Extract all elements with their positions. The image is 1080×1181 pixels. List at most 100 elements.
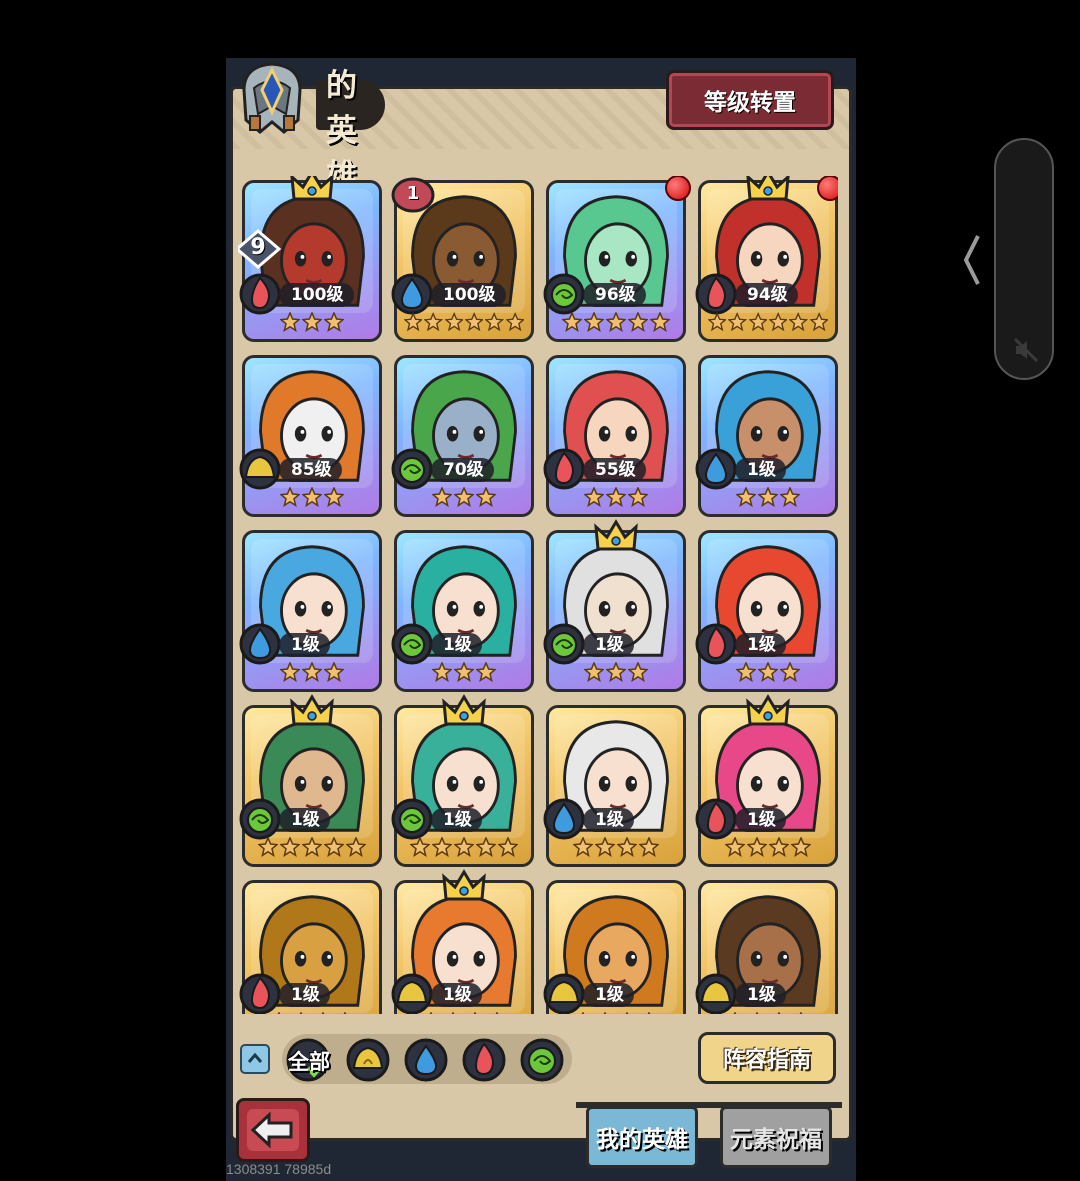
star-icon <box>454 487 474 507</box>
collapse-button[interactable] <box>240 1044 270 1074</box>
star-rating <box>251 659 373 685</box>
star-icon <box>324 662 344 682</box>
star-icon <box>769 837 789 857</box>
tab-my-heroes[interactable]: 我的英雄 <box>586 1106 698 1168</box>
star-icon <box>343 1012 347 1014</box>
star-rating <box>707 659 829 685</box>
star-icon <box>280 662 300 682</box>
helmet-icon <box>236 60 308 136</box>
star-icon <box>280 312 300 332</box>
hero-level: 70级 <box>431 458 494 482</box>
star-icon <box>465 312 484 332</box>
hero-card[interactable]: 85级 <box>239 355 382 517</box>
star-icon <box>647 1012 651 1014</box>
filter-fire-icon[interactable] <box>462 1038 506 1082</box>
star-rating <box>403 309 525 335</box>
lineup-guide-button[interactable]: 阵容指南 <box>698 1032 836 1084</box>
hero-grid[interactable]: 9 100级 1 100级 96级 94级 85级 70级 55级 1级 1级 1级 1级 1级 1级 1级 1… <box>238 176 838 1014</box>
star-icon <box>280 487 300 507</box>
star-icon <box>708 312 727 332</box>
hero-card[interactable]: 1级 <box>391 869 534 1014</box>
hero-level: 1级 <box>279 808 330 832</box>
hero-level: 55级 <box>583 458 646 482</box>
star-icon <box>302 487 322 507</box>
star-icon <box>302 312 322 332</box>
star-icon <box>432 487 452 507</box>
star-icon <box>736 487 756 507</box>
hero-card[interactable]: 1级 <box>695 355 838 517</box>
star-icon <box>432 662 452 682</box>
hero-card[interactable]: 1级 <box>239 530 382 692</box>
star-icon <box>628 662 648 682</box>
star-icon <box>628 487 648 507</box>
star-rating <box>403 659 525 685</box>
hero-card[interactable]: 94级 <box>695 176 838 342</box>
hero-card[interactable]: 70级 <box>391 355 534 517</box>
element-filter-strip: 全部 <box>282 1034 572 1084</box>
hero-level: 1级 <box>735 808 786 832</box>
level-transfer-button[interactable]: 等级转置 <box>666 70 834 130</box>
star-icon <box>485 312 504 332</box>
star-icon <box>277 1012 281 1014</box>
hero-level: 100级 <box>431 283 506 307</box>
star-icon <box>789 312 808 332</box>
hero-level: 1级 <box>431 983 482 1007</box>
back-arrow-icon <box>247 1109 299 1151</box>
side-toolbar[interactable] <box>994 138 1054 380</box>
star-icon <box>280 837 300 857</box>
star-icon <box>476 487 496 507</box>
hero-level: 94级 <box>735 283 798 307</box>
hero-card[interactable]: 1级 <box>543 705 686 867</box>
hero-card[interactable]: 1 100级 <box>391 177 534 342</box>
filter-earth-icon[interactable] <box>346 1038 390 1082</box>
hero-card[interactable]: 9 100级 <box>238 176 382 342</box>
hero-level: 1级 <box>735 983 786 1007</box>
filter-wind-icon[interactable] <box>520 1038 564 1082</box>
filter-water-icon[interactable] <box>404 1038 448 1082</box>
star-icon <box>454 837 474 857</box>
hero-card[interactable]: 1级 <box>695 880 838 1014</box>
title-plate: 我的英雄 <box>316 58 385 194</box>
crown-icon <box>594 519 638 553</box>
star-icon <box>769 312 788 332</box>
hero-card[interactable]: 1级 <box>239 694 382 867</box>
filter-bar: 全部 阵容指南 <box>236 1030 848 1090</box>
hero-card[interactable]: 1级 <box>239 880 382 1014</box>
star-icon <box>451 1012 455 1014</box>
hero-card[interactable]: 55级 <box>543 355 686 517</box>
star-rating <box>555 309 677 335</box>
notification-dot <box>817 176 838 201</box>
chevron-left-icon[interactable] <box>960 232 984 288</box>
star-rating <box>555 1009 677 1014</box>
star-icon <box>603 1012 607 1014</box>
hero-card[interactable]: 1级 <box>391 530 534 692</box>
hero-card[interactable]: 96级 <box>543 176 691 342</box>
star-icon <box>799 1012 803 1014</box>
hero-level: 1级 <box>583 633 634 657</box>
star-icon <box>625 1012 629 1014</box>
mute-icon[interactable] <box>1012 336 1040 364</box>
build-id: 1308391 78985d <box>226 1161 332 1177</box>
tab-element-blessing[interactable]: 元素祝福 <box>720 1106 832 1168</box>
star-icon <box>650 312 670 332</box>
hero-level: 96级 <box>583 283 646 307</box>
star-icon <box>791 837 811 857</box>
earth-element-icon <box>543 973 585 1014</box>
tab-my-heroes-label: 我的英雄 <box>596 1127 688 1153</box>
hero-card[interactable]: 1级 <box>695 694 838 867</box>
star-icon <box>748 312 767 332</box>
hero-card[interactable]: 1级 <box>543 880 686 1014</box>
star-rating <box>707 309 829 335</box>
star-rating <box>251 309 373 335</box>
star-icon <box>473 1012 477 1014</box>
hero-card[interactable]: 1级 <box>391 694 534 867</box>
star-icon <box>495 1012 499 1014</box>
hero-card[interactable]: 1级 <box>543 519 686 692</box>
hero-level: 1级 <box>279 633 330 657</box>
star-icon <box>324 312 344 332</box>
star-icon <box>302 837 322 857</box>
hero-card[interactable]: 1级 <box>695 530 838 692</box>
star-icon <box>758 662 778 682</box>
star-icon <box>404 312 423 332</box>
back-button[interactable] <box>236 1098 310 1162</box>
